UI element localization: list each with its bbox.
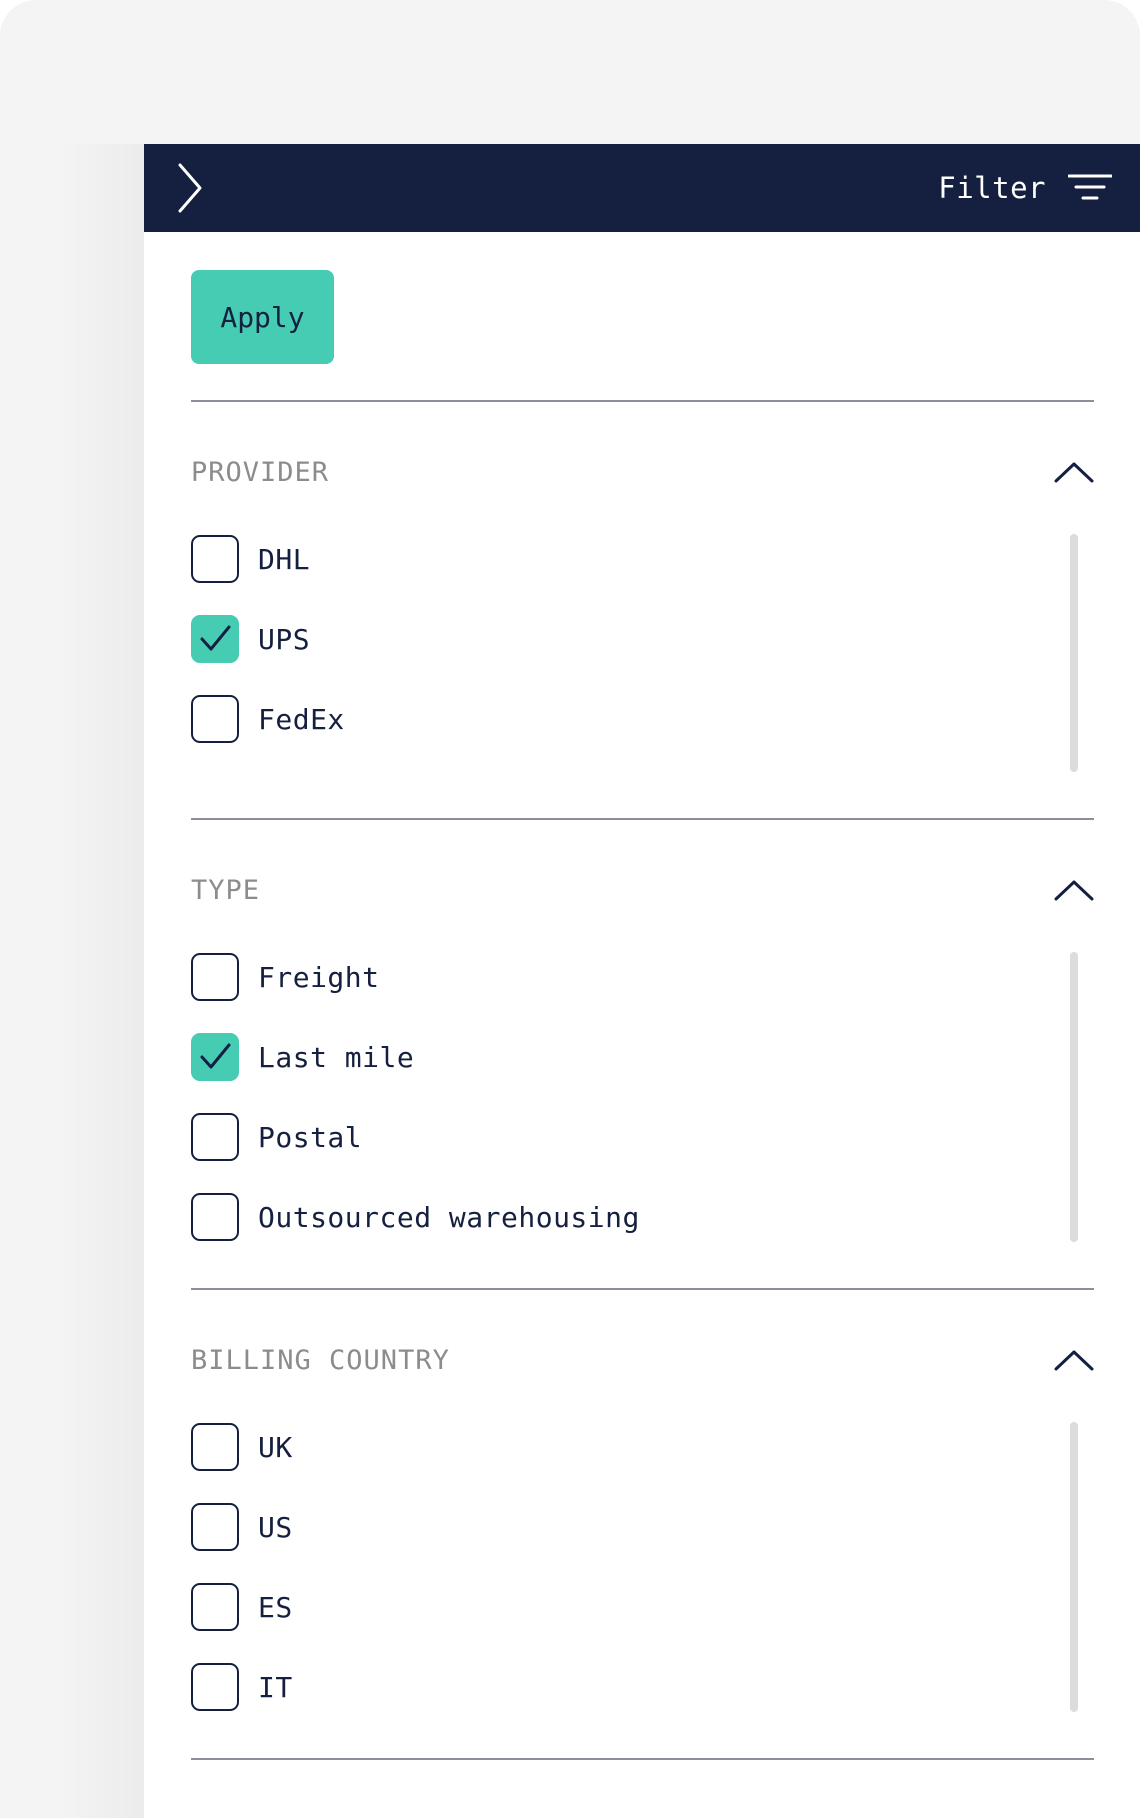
- option-label: Postal: [258, 1120, 363, 1154]
- option-label: US: [258, 1510, 293, 1544]
- chevron-up-icon[interactable]: [1052, 875, 1096, 905]
- option-last-mile[interactable]: Last mile: [191, 1031, 414, 1083]
- filter-panel: Filter Apply PROVIDER DHL UPS FedEx TYPE…: [144, 144, 1140, 1818]
- chevron-right-icon[interactable]: [172, 160, 228, 216]
- option-label: Outsourced warehousing: [258, 1200, 640, 1234]
- scrollbar[interactable]: [1070, 1422, 1078, 1712]
- filter-button[interactable]: Filter: [938, 164, 1112, 212]
- option-label: FedEx: [258, 702, 345, 736]
- checkbox[interactable]: [191, 1193, 239, 1241]
- checkbox[interactable]: [191, 615, 239, 663]
- section-title-billing-country: BILLING COUNTRY: [191, 1345, 450, 1376]
- option-label: UK: [258, 1430, 293, 1464]
- scrollbar[interactable]: [1070, 952, 1078, 1242]
- section-title-type: TYPE: [191, 875, 261, 906]
- chevron-up-icon[interactable]: [1052, 457, 1096, 487]
- option-uk[interactable]: UK: [191, 1421, 293, 1473]
- filter-header: Filter: [144, 144, 1140, 232]
- option-outsourced-warehousing[interactable]: Outsourced warehousing: [191, 1191, 640, 1243]
- window-frame: Filter Apply PROVIDER DHL UPS FedEx TYPE…: [0, 0, 1140, 1818]
- option-fedex[interactable]: FedEx: [191, 693, 345, 745]
- checkbox[interactable]: [191, 1423, 239, 1471]
- scrollbar[interactable]: [1070, 534, 1078, 772]
- checkbox[interactable]: [191, 695, 239, 743]
- checkbox[interactable]: [191, 1583, 239, 1631]
- apply-button[interactable]: Apply: [191, 270, 334, 364]
- divider: [191, 1288, 1094, 1290]
- option-label: UPS: [258, 622, 311, 656]
- option-dhl[interactable]: DHL: [191, 533, 310, 585]
- divider: [191, 818, 1094, 820]
- option-label: Last mile: [258, 1040, 415, 1074]
- checkbox[interactable]: [191, 1663, 239, 1711]
- divider: [191, 400, 1094, 402]
- option-it[interactable]: IT: [191, 1661, 293, 1713]
- checkbox[interactable]: [191, 1113, 239, 1161]
- option-postal[interactable]: Postal: [191, 1111, 362, 1163]
- checkbox[interactable]: [191, 535, 239, 583]
- option-label: Freight: [258, 960, 380, 994]
- checkbox[interactable]: [191, 1033, 239, 1081]
- option-es[interactable]: ES: [191, 1581, 293, 1633]
- filter-label: Filter: [938, 171, 1046, 205]
- option-label: IT: [258, 1670, 293, 1704]
- option-label: DHL: [258, 542, 311, 576]
- checkbox[interactable]: [191, 953, 239, 1001]
- option-freight[interactable]: Freight: [191, 951, 380, 1003]
- divider: [191, 1758, 1094, 1760]
- checkbox[interactable]: [191, 1503, 239, 1551]
- option-us[interactable]: US: [191, 1501, 293, 1553]
- panel-shadow: [60, 144, 144, 1818]
- section-title-provider: PROVIDER: [191, 457, 330, 488]
- filter-lines-icon: [1068, 173, 1112, 203]
- chevron-up-icon[interactable]: [1052, 1345, 1096, 1375]
- option-ups[interactable]: UPS: [191, 613, 310, 665]
- option-label: ES: [258, 1590, 293, 1624]
